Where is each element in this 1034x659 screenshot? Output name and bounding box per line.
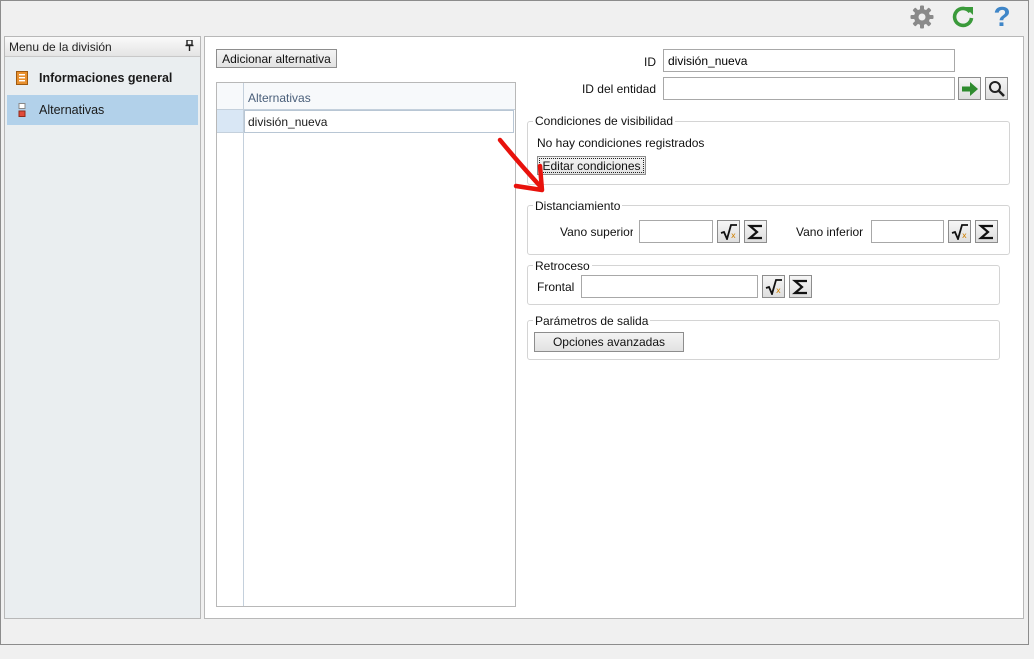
info-page-icon bbox=[15, 71, 29, 85]
svg-text:x: x bbox=[962, 231, 967, 240]
division-menu-panel: Menu de la división Informaciones genera… bbox=[4, 36, 201, 619]
grid-column-header-alternativas[interactable]: Alternativas bbox=[248, 91, 311, 105]
front-sum-button[interactable] bbox=[789, 275, 812, 298]
no-conditions-text: No hay condiciones registrados bbox=[537, 136, 705, 150]
help-icon[interactable]: ? bbox=[989, 1, 1015, 32]
add-alternative-button[interactable]: Adicionar alternativa bbox=[216, 49, 337, 68]
alternatives-grid: Alternativas división_nueva bbox=[216, 82, 516, 607]
entity-id-field[interactable] bbox=[663, 77, 955, 100]
advanced-options-button[interactable]: Opciones avanzadas bbox=[534, 332, 684, 352]
sigma-icon bbox=[977, 224, 993, 239]
spacing-title: Distanciamiento bbox=[533, 199, 623, 213]
formula-icon: x bbox=[951, 223, 968, 240]
lower-sum-button[interactable] bbox=[975, 220, 998, 243]
svg-text:x: x bbox=[731, 231, 736, 240]
upper-sum-button[interactable] bbox=[744, 220, 767, 243]
sigma-icon bbox=[791, 279, 807, 294]
upper-span-field[interactable] bbox=[639, 220, 713, 243]
sigma-icon bbox=[746, 224, 762, 239]
upper-span-label: Vano superior bbox=[560, 225, 633, 239]
gear-icon[interactable] bbox=[909, 4, 935, 30]
division-menu-header: Menu de la división bbox=[5, 37, 200, 57]
front-formula-button[interactable]: x bbox=[762, 275, 785, 298]
entity-id-label: ID del entidad bbox=[581, 82, 656, 96]
id-label: ID bbox=[644, 55, 656, 69]
search-button[interactable] bbox=[985, 77, 1008, 100]
table-row[interactable]: división_nueva bbox=[217, 110, 515, 133]
menu-item-label: Alternativas bbox=[39, 103, 105, 117]
menu-item-informaciones-general[interactable]: Informaciones general bbox=[7, 63, 198, 93]
output-parameters-title: Parámetros de salida bbox=[533, 314, 651, 328]
row-selector[interactable] bbox=[217, 110, 244, 133]
grid-corner bbox=[217, 83, 244, 109]
setback-title: Retroceso bbox=[533, 259, 592, 273]
front-field[interactable] bbox=[581, 275, 758, 298]
front-label: Frontal bbox=[537, 280, 575, 294]
formula-icon: x bbox=[720, 223, 737, 240]
annotation-arrow-icon bbox=[497, 137, 545, 193]
search-icon bbox=[988, 80, 1005, 97]
grid-row-header-column bbox=[217, 83, 244, 606]
visibility-conditions-group bbox=[527, 121, 1010, 185]
grid-cell[interactable]: división_nueva bbox=[244, 110, 514, 133]
menu-item-label: Informaciones general bbox=[39, 71, 173, 85]
svg-text:x: x bbox=[776, 286, 781, 295]
go-arrow-button[interactable] bbox=[958, 77, 981, 100]
lower-span-field[interactable] bbox=[871, 220, 944, 243]
refresh-icon[interactable] bbox=[950, 4, 976, 30]
division-menu-title: Menu de la división bbox=[9, 39, 112, 54]
upper-formula-button[interactable]: x bbox=[717, 220, 740, 243]
pin-icon[interactable] bbox=[185, 38, 194, 54]
help-glyph: ? bbox=[993, 1, 1011, 32]
visibility-conditions-title: Condiciones de visibilidad bbox=[533, 114, 676, 128]
arrow-right-icon bbox=[961, 81, 978, 96]
menu-item-alternativas[interactable]: Alternativas bbox=[7, 95, 198, 125]
formula-icon: x bbox=[765, 278, 782, 295]
grid-header: Alternativas bbox=[217, 83, 515, 110]
id-field[interactable] bbox=[663, 49, 955, 72]
alternatives-icon bbox=[15, 103, 29, 117]
lower-formula-button[interactable]: x bbox=[948, 220, 971, 243]
lower-span-label: Vano inferior bbox=[796, 225, 864, 239]
